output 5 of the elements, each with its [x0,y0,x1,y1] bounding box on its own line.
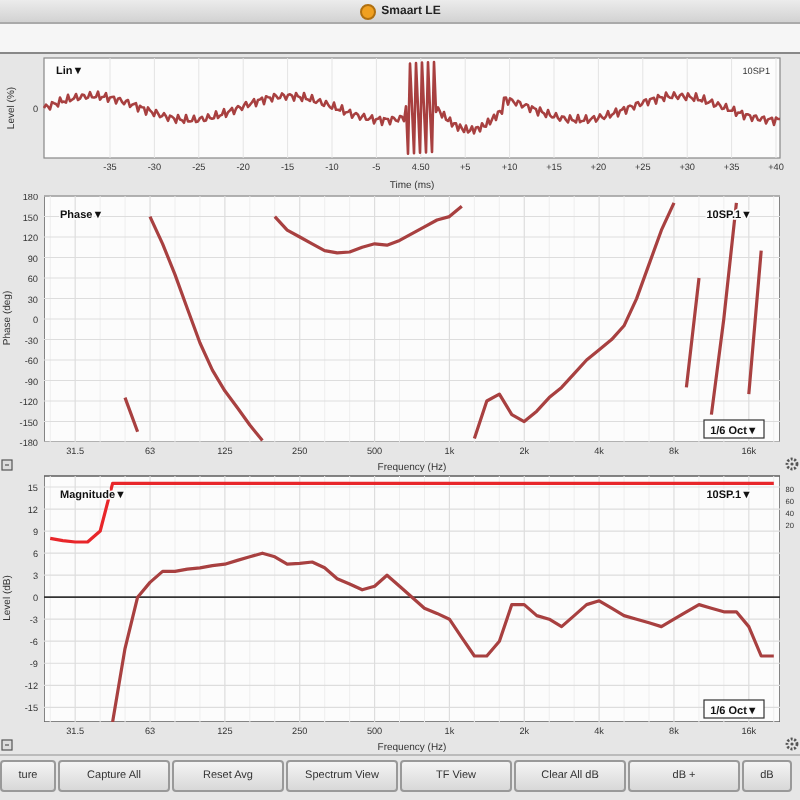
settings-icon[interactable] [785,737,799,751]
app-icon [359,3,376,19]
settings-icon[interactable] [785,457,799,471]
expand-icon[interactable] [1,739,13,751]
expand-icon[interactable] [1,459,13,471]
